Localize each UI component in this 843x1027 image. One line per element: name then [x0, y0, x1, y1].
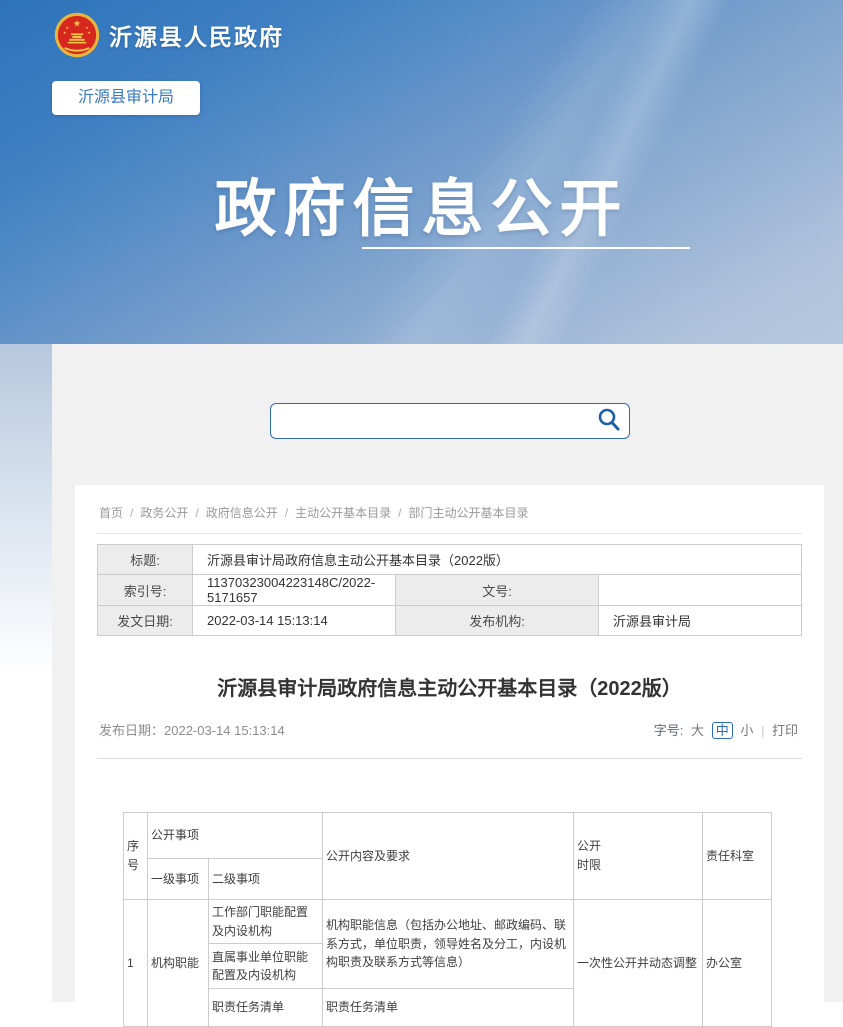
meta-label-title: 标题:	[98, 545, 193, 575]
cell-content-3: 职责任务清单	[323, 989, 574, 1027]
meta-label-issue-date: 发文日期:	[98, 606, 193, 636]
banner-underline	[362, 247, 690, 249]
th-level1: 一级事项	[148, 859, 209, 900]
breadcrumb-xinxi-gongkai[interactable]: 政府信息公开	[206, 506, 278, 520]
meta-label-index: 索引号:	[98, 575, 193, 606]
meta-value-title: 沂源县审计局政府信息主动公开基本目录（2022版）	[193, 545, 802, 575]
svg-text:★: ★	[65, 26, 69, 30]
catalog-row-1a: 1 机构职能 工作部门职能配置及内设机构 机构职能信息（包括办公地址、邮政编码、…	[124, 900, 772, 944]
breadcrumb-zhengwu[interactable]: 政务公开	[140, 506, 188, 520]
breadcrumb-separator: /	[130, 506, 133, 520]
font-size-controls: 字号: 大 中 小 | 打印	[652, 720, 800, 739]
publish-date: 发布日期：2022-03-14 15:13:14	[99, 720, 285, 739]
th-department: 责任科室	[703, 813, 772, 900]
meta-value-issue-date: 2022-03-14 15:13:14	[193, 606, 396, 636]
breadcrumb-home[interactable]: 首页	[99, 506, 123, 520]
meta-separator: |	[761, 723, 764, 738]
cell-department: 办公室	[703, 900, 772, 1027]
meta-label-doc-number: 文号:	[396, 575, 599, 606]
meta-label-publisher: 发布机构:	[396, 606, 599, 636]
content-card: 首页 / 政务公开 / 政府信息公开 / 主动公开基本目录 / 部门主动公开基本目录 标题: 沂…	[75, 485, 824, 1002]
publish-date-label: 发布日期：	[99, 723, 164, 738]
breadcrumb-separator: /	[398, 506, 401, 520]
breadcrumb-separator: /	[195, 506, 198, 520]
cell-level2-3: 职责任务清单	[209, 989, 323, 1027]
meta-row-index: 索引号: 11370323004223148C/2022-5171657 文号:	[98, 575, 802, 606]
svg-text:★: ★	[63, 31, 67, 35]
cell-time-limit: 一次性公开并动态调整	[574, 900, 703, 1027]
site-logo-link[interactable]: ★ ★ ★ ★ ★ 沂源县人民政府	[54, 12, 284, 58]
th-seq: 序号	[124, 813, 148, 900]
breadcrumb-separator: /	[285, 506, 288, 520]
catalog-header-row-1: 序号 公开事项 公开内容及要求 公开 时限 责任科室	[124, 813, 772, 859]
cell-level2-2: 直属事业单位职能配置及内设机构	[209, 944, 323, 989]
th-content-req: 公开内容及要求	[323, 813, 574, 900]
department-button[interactable]: 沂源县审计局	[52, 81, 200, 115]
search-icon	[596, 407, 622, 433]
font-size-medium-button[interactable]: 中	[712, 722, 733, 739]
catalog-table: 序号 公开事项 公开内容及要求 公开 时限 责任科室 一级事项 二级事项 1 机…	[123, 812, 772, 1027]
meta-value-index: 11370323004223148C/2022-5171657	[193, 575, 396, 606]
cell-level2-1: 工作部门职能配置及内设机构	[209, 900, 323, 944]
th-time-limit: 公开 时限	[574, 813, 703, 900]
font-size-label: 字号:	[654, 723, 684, 738]
meta-value-doc-number	[599, 575, 802, 606]
cell-content-merged: 机构职能信息（包括办公地址、邮政编码、联系方式，单位职责，领导姓名及分工，内设机…	[323, 900, 574, 989]
cell-seq: 1	[124, 900, 148, 1027]
article-divider	[97, 758, 802, 759]
font-size-large-button[interactable]: 大	[691, 723, 704, 738]
publish-date-value: 2022-03-14 15:13:14	[164, 723, 285, 738]
article-title: 沂源县审计局政府信息主动公开基本目录（2022版）	[97, 672, 802, 701]
th-public-matter: 公开事项	[148, 813, 323, 859]
main-panel: 首页 / 政务公开 / 政府信息公开 / 主动公开基本目录 / 部门主动公开基本目录 标题: 沂…	[52, 344, 843, 1002]
font-size-small-button[interactable]: 小	[740, 723, 753, 738]
breadcrumb-zhudong-mulu[interactable]: 主动公开基本目录	[295, 506, 391, 520]
banner: ★ ★ ★ ★ ★ 沂源县人民政府 沂源县审计局 政府信息公开	[0, 0, 843, 344]
article-meta-bar: 发布日期：2022-03-14 15:13:14 字号: 大 中 小 | 打印	[97, 720, 802, 739]
svg-text:★: ★	[73, 19, 81, 29]
meta-row-date: 发文日期: 2022-03-14 15:13:14 发布机构: 沂源县审计局	[98, 606, 802, 636]
svg-text:★: ★	[88, 31, 92, 35]
th-level2: 二级事项	[209, 859, 323, 900]
search-box	[270, 403, 630, 439]
banner-title: 政府信息公开	[0, 158, 843, 248]
cell-level1: 机构职能	[148, 900, 209, 1027]
meta-value-publisher: 沂源县审计局	[599, 606, 802, 636]
search-input[interactable]	[281, 404, 591, 438]
national-emblem-icon: ★ ★ ★ ★ ★	[54, 12, 100, 58]
site-title: 沂源县人民政府	[109, 18, 284, 52]
svg-text:★: ★	[85, 26, 89, 30]
breadcrumb: 首页 / 政务公开 / 政府信息公开 / 主动公开基本目录 / 部门主动公开基本目录	[97, 485, 802, 534]
catalog-table-wrap: 序号 公开事项 公开内容及要求 公开 时限 责任科室 一级事项 二级事项 1 机…	[123, 812, 775, 1027]
meta-row-title: 标题: 沂源县审计局政府信息主动公开基本目录（2022版）	[98, 545, 802, 575]
breadcrumb-bumen-mulu[interactable]: 部门主动公开基本目录	[408, 506, 528, 520]
print-button[interactable]: 打印	[772, 723, 798, 738]
left-fade-strip	[0, 344, 52, 674]
search-button[interactable]	[593, 406, 625, 436]
document-meta-table: 标题: 沂源县审计局政府信息主动公开基本目录（2022版） 索引号: 11370…	[97, 544, 802, 636]
